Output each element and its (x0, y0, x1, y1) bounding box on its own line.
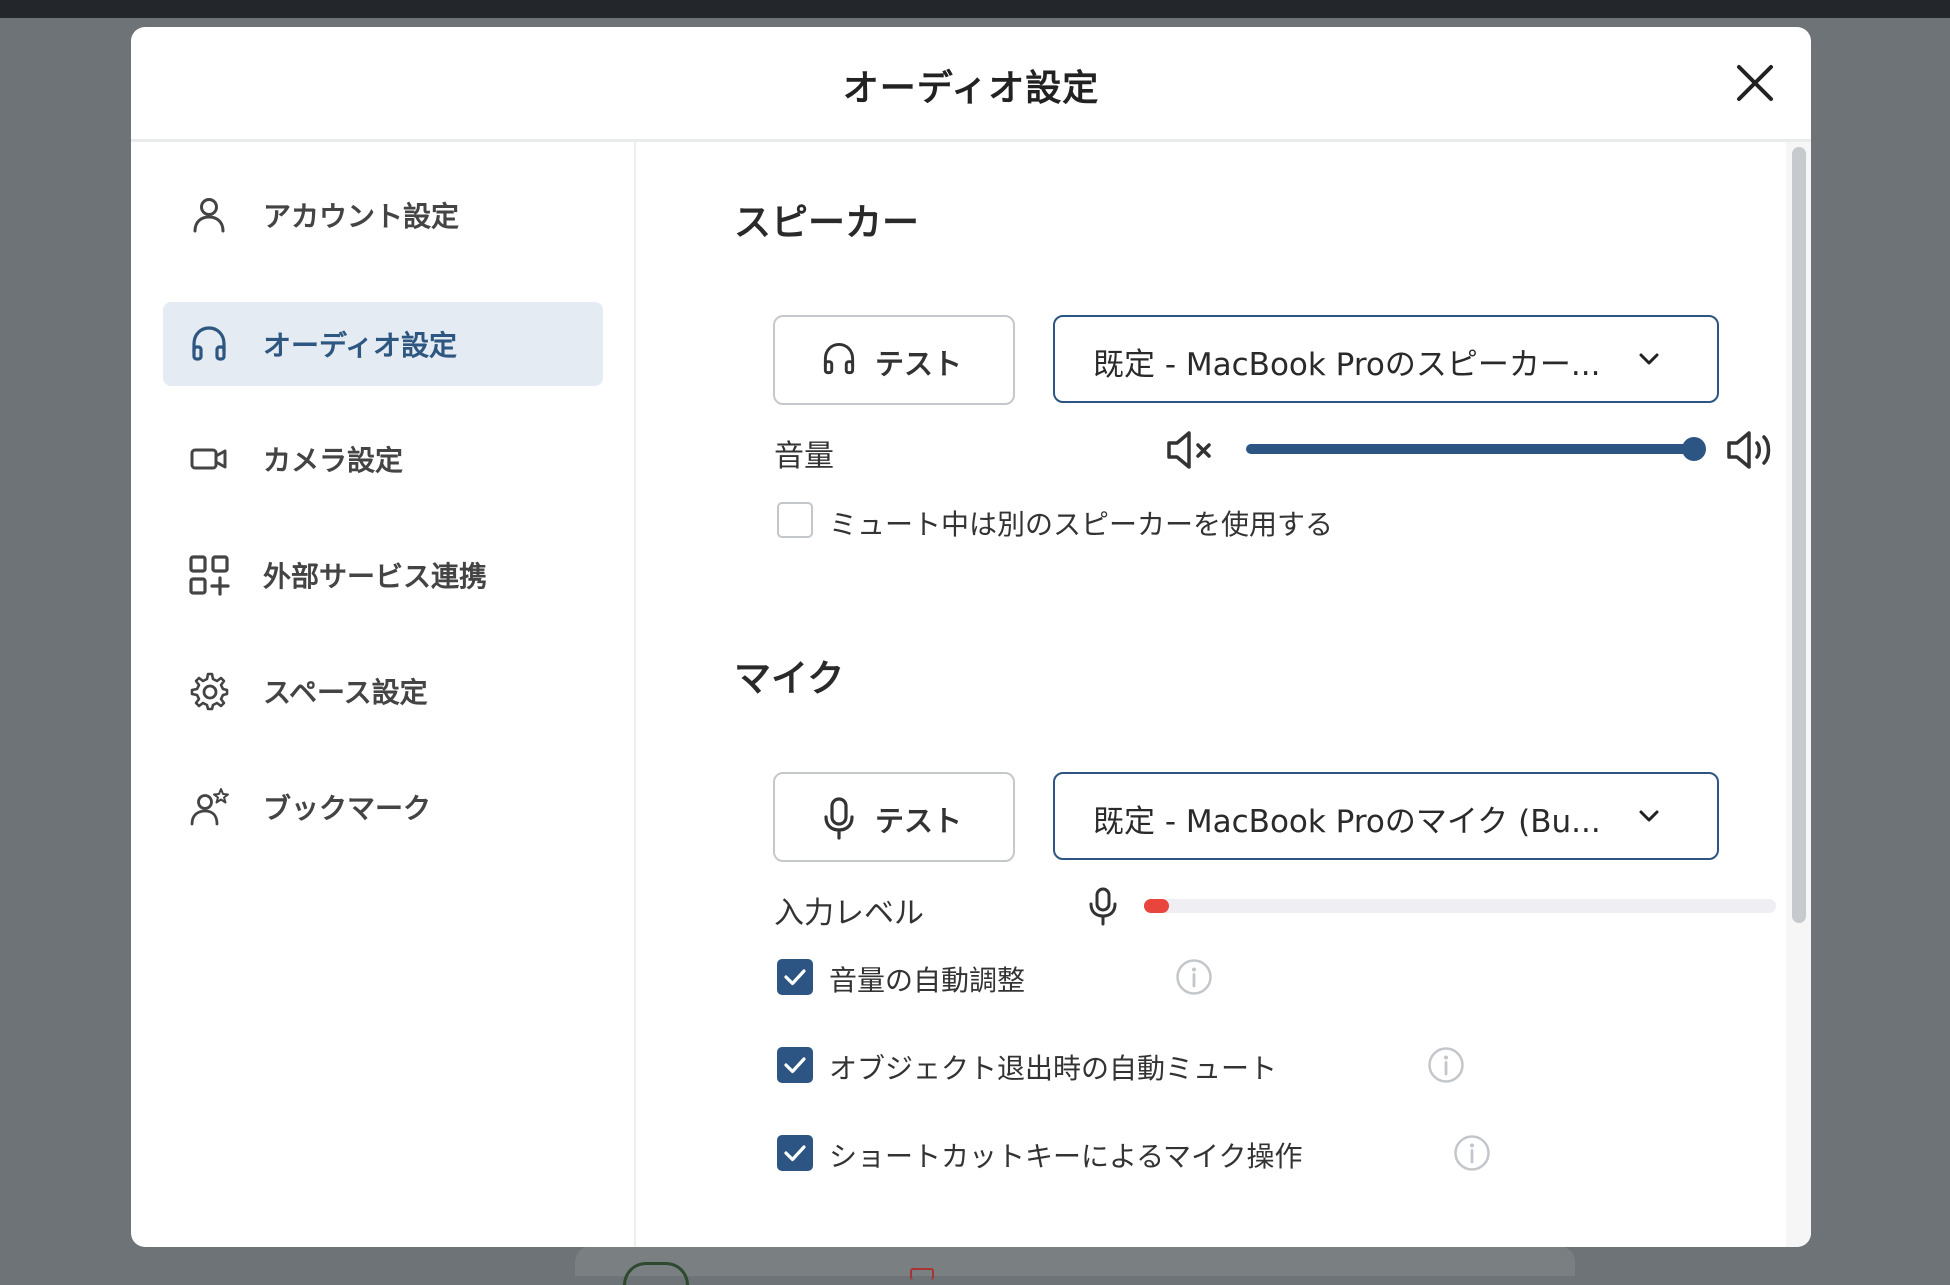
audio-settings-panel: スピーカー テスト 既定 - MacBook Proのスピーカー... 音量 ミ… (636, 142, 1786, 1247)
mic-test-button[interactable]: テスト (773, 772, 1015, 862)
sidebar-item-label: オーディオ設定 (263, 329, 458, 362)
auto-mute-on-exit-checkbox[interactable] (777, 1047, 813, 1083)
sidebar-item-label: カメラ設定 (263, 444, 404, 477)
volume-mute-icon[interactable] (1165, 428, 1219, 472)
info-icon[interactable] (1453, 1134, 1491, 1172)
volume-slider-thumb[interactable] (1682, 437, 1706, 461)
sidebar-item-space[interactable]: スペース設定 (163, 649, 603, 733)
shortcut-mic-checkbox[interactable] (777, 1135, 813, 1171)
chevron-down-icon (1639, 810, 1659, 822)
check-icon (784, 969, 806, 986)
auto-volume-checkbox[interactable] (777, 959, 813, 995)
volume-up-icon[interactable] (1725, 426, 1779, 474)
close-icon[interactable] (1729, 57, 1781, 109)
speaker-section-title: スピーカー (734, 201, 919, 244)
user-star-icon (190, 788, 229, 826)
apps-add-icon (189, 555, 230, 596)
mic-device-value: 既定 - MacBook Proのマイク (Bu... (1093, 804, 1601, 840)
volume-label: 音量 (774, 439, 834, 474)
mute-alt-speaker-checkbox[interactable] (777, 502, 813, 538)
background-avatar (623, 1262, 689, 1285)
dialog-header: オーディオ設定 (131, 27, 1811, 142)
sidebar-item-label: アカウント設定 (263, 200, 460, 233)
microphone-icon (824, 797, 854, 840)
background-toolbar (575, 1246, 1575, 1285)
sidebar-item-bookmark[interactable]: ブックマーク (163, 765, 603, 849)
speaker-device-select[interactable]: 既定 - MacBook Proのスピーカー... (1053, 315, 1719, 403)
mute-alt-speaker-label: ミュート中は別のスピーカーを使用する (829, 508, 1334, 541)
headphones-icon (192, 326, 226, 361)
microphone-icon (1089, 887, 1117, 926)
check-icon (784, 1057, 806, 1074)
speaker-test-button[interactable]: テスト (773, 315, 1015, 405)
sidebar-item-account[interactable]: アカウント設定 (163, 173, 603, 257)
input-level-meter (1144, 899, 1776, 913)
info-icon[interactable] (1175, 958, 1213, 996)
app-top-bar (0, 0, 1950, 18)
volume-slider-track[interactable] (1246, 437, 1706, 461)
shortcut-mic-label: ショートカットキーによるマイク操作 (829, 1140, 1303, 1173)
background-icon (910, 1268, 934, 1280)
sidebar-item-integrations[interactable]: 外部サービス連携 (163, 533, 603, 617)
user-icon (193, 198, 225, 233)
info-icon[interactable] (1427, 1046, 1465, 1084)
input-level-fill (1144, 899, 1170, 913)
input-level-label: 入力レベル (774, 896, 924, 931)
gear-icon (190, 672, 229, 711)
video-camera-icon (190, 448, 227, 470)
volume-slider-fill (1246, 444, 1694, 454)
sidebar-item-label: ブックマーク (263, 792, 432, 825)
sidebar-item-camera[interactable]: カメラ設定 (163, 417, 603, 501)
audio-settings-dialog: オーディオ設定 アカウント設定 オーディオ設定 カメラ設定 外部サービス連携 ス… (131, 27, 1811, 1247)
mic-test-label: テスト (875, 804, 963, 838)
check-icon (784, 1145, 806, 1162)
scrollbar-thumb[interactable] (1792, 147, 1806, 923)
speaker-test-label: テスト (875, 347, 963, 381)
dialog-title: オーディオ設定 (842, 68, 1100, 109)
chevron-down-icon (1639, 353, 1659, 365)
sidebar-item-label: 外部サービス連携 (263, 560, 488, 593)
mic-section-title: マイク (734, 657, 845, 700)
mic-device-select[interactable]: 既定 - MacBook Proのマイク (Bu... (1053, 772, 1719, 860)
headphones-icon (823, 342, 855, 375)
auto-mute-on-exit-label: オブジェクト退出時の自動ミュート (829, 1052, 1278, 1085)
sidebar-item-label: スペース設定 (263, 676, 428, 709)
settings-sidebar: アカウント設定 オーディオ設定 カメラ設定 外部サービス連携 スペース設定 ブッ… (131, 142, 636, 1247)
speaker-device-value: 既定 - MacBook Proのスピーカー... (1093, 347, 1601, 383)
auto-volume-label: 音量の自動調整 (829, 964, 1026, 997)
sidebar-item-audio[interactable]: オーディオ設定 (163, 302, 603, 386)
